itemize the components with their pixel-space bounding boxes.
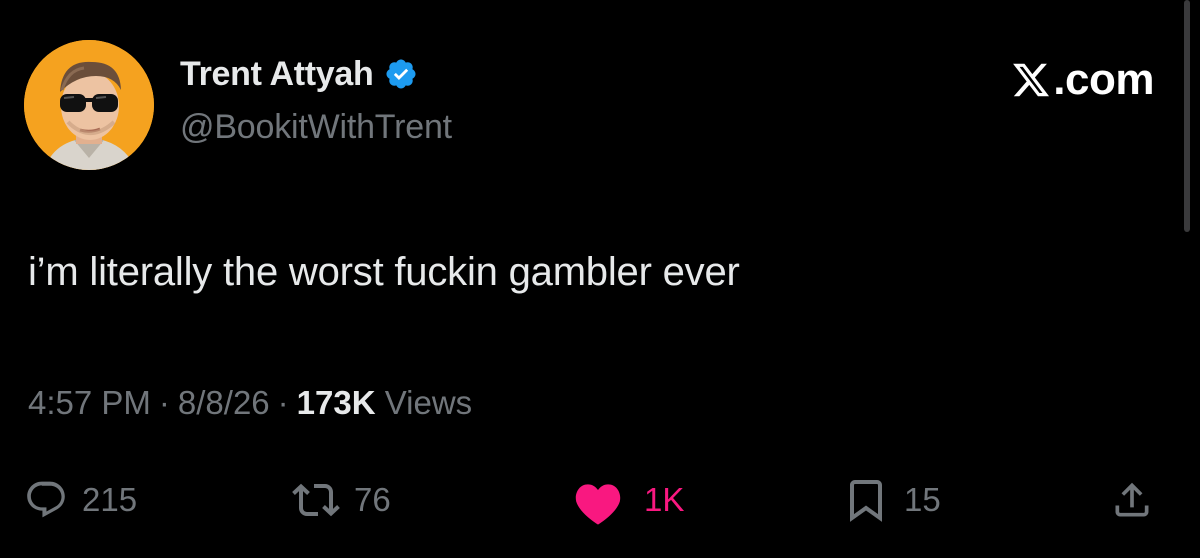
tweet-text: i’m literally the worst fuckin gambler e…	[28, 250, 740, 294]
reply-icon	[27, 481, 65, 518]
author-name-row: Trent Attyah	[180, 54, 418, 94]
like-button[interactable]: 1K	[566, 470, 684, 530]
scrollbar[interactable]	[1184, 0, 1190, 232]
bookmark-button[interactable]: 15	[842, 470, 941, 530]
meta-separator: ·	[277, 384, 289, 421]
retweet-icon	[292, 483, 340, 517]
author-display-name[interactable]: Trent Attyah	[180, 55, 374, 94]
tweet-time[interactable]: 4:57 PM	[28, 384, 151, 422]
share-button[interactable]	[1110, 470, 1154, 530]
action-bar: 215 76 1K 15	[0, 470, 1200, 530]
reply-button[interactable]: 215	[24, 470, 137, 530]
retweet-count: 76	[354, 481, 391, 518]
tweet-card: Trent Attyah @BookitWithTrent .com i’m l…	[0, 0, 1200, 558]
avatar-image	[24, 40, 154, 170]
brand-domain-text: .com	[1053, 55, 1154, 104]
reply-count: 215	[82, 481, 138, 518]
x-logo-icon	[1013, 63, 1050, 97]
avatar[interactable]	[24, 40, 154, 170]
bookmark-icon	[850, 480, 882, 522]
like-count: 1K	[644, 481, 685, 518]
brand-logo: .com	[1011, 56, 1154, 104]
heart-icon	[575, 484, 621, 525]
views-label: Views	[384, 384, 473, 421]
tweet-meta: 4:57 PM · 8/8/26 · 173K Views	[28, 384, 472, 422]
meta-separator: ·	[158, 384, 170, 421]
bookmark-count: 15	[904, 481, 941, 518]
retweet-button[interactable]: 76	[292, 470, 391, 530]
author-handle[interactable]: @BookitWithTrent	[180, 108, 452, 147]
views-count[interactable]: 173K	[297, 384, 376, 421]
share-icon	[1115, 482, 1149, 517]
verified-badge-icon	[385, 59, 416, 89]
tweet-date[interactable]: 8/8/26	[178, 384, 270, 422]
